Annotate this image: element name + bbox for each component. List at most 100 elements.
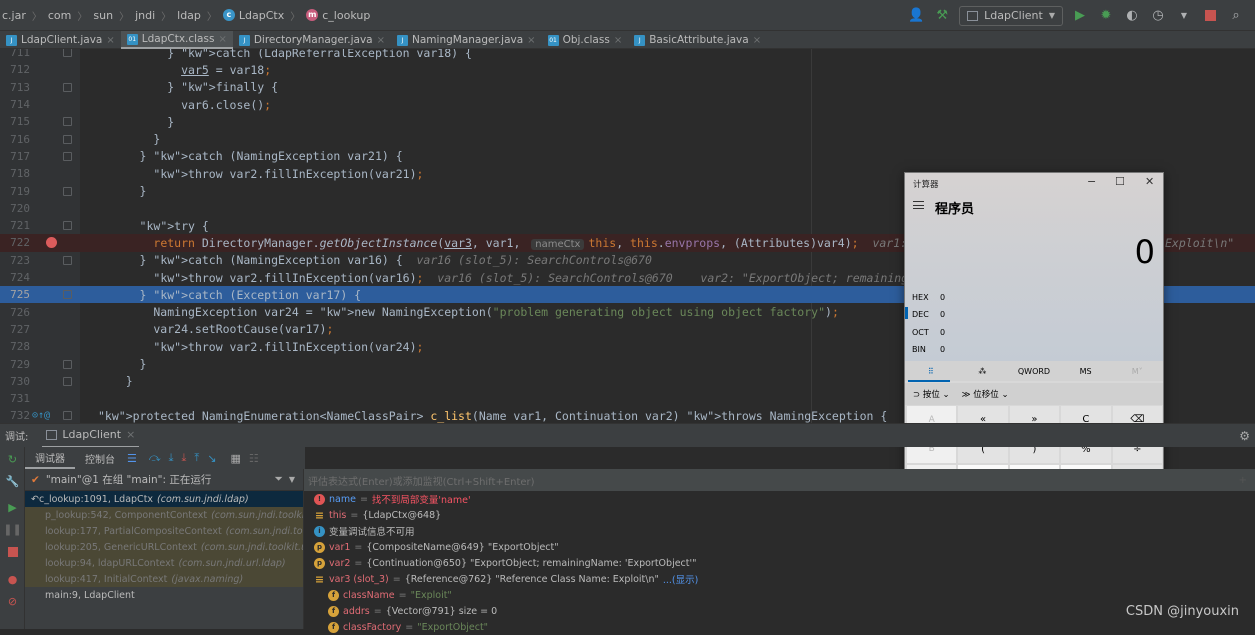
stack-frame[interactable]: p_lookup:542, ComponentContext (com.sun.j… [25,507,330,523]
fold-icon[interactable] [63,376,72,386]
variable-row[interactable]: ! name = 找不到局部变量'name' [304,491,1255,507]
stack-frame[interactable]: lookup:94, ldapURLContext (com.sun.jndi.u… [25,555,303,571]
stack-frame[interactable]: lookup:417, InitialContext (javax.naming) [25,571,303,587]
mute-breakpoints-icon[interactable]: ⊘ [6,595,19,608]
fold-icon[interactable] [63,411,72,421]
coverage-icon[interactable]: ◐ [1123,7,1141,25]
bitwise-dropdown[interactable]: ⊃ 按位 ⌄ [913,388,950,400]
build-hammer-icon[interactable]: ⚒ [933,7,951,25]
dropdown-arrow-icon[interactable]: ▼ [289,475,295,484]
radix-row-oct[interactable]: OCT 0 [912,328,945,337]
close-icon[interactable]: × [614,35,622,46]
variable-row[interactable]: ≡ this = {LdapCtx@648} [304,507,1255,523]
close-icon[interactable]: × [527,35,535,46]
variable-row[interactable]: f addrs = {Vector@791} size = 0 [304,603,1255,619]
memory-store-button[interactable]: MS [1060,367,1112,376]
variable-row[interactable]: ≡ var3 (slot_3) = {Reference@762} "Referenc… [304,571,1255,587]
stack-frame[interactable]: ↶ c_lookup:1091, LdapCtx (com.sun.jndi.ld… [25,491,303,507]
filter-icon[interactable]: ⏷ [274,473,282,486]
rerun-icon[interactable]: ↻ [6,453,19,466]
override-icon[interactable]: ⊙↑@ [32,410,50,421]
fold-icon[interactable] [63,49,72,58]
trace-icon[interactable]: ☷ [249,452,259,465]
close-icon[interactable]: × [377,35,385,46]
layout-menu-icon[interactable]: ☰ [127,452,137,465]
debug-bug-icon[interactable]: ✹ [1097,7,1115,25]
menu-icon[interactable] [913,201,924,209]
close-icon[interactable]: × [218,34,226,45]
fold-icon[interactable] [63,117,72,127]
fold-icon[interactable] [63,134,72,144]
variable-row[interactable]: f classFactory = "ExportObject" [304,619,1255,635]
memory-list-button[interactable]: M˅ [1111,367,1163,376]
search-icon[interactable]: ⌕ [1227,7,1245,25]
thread-selector[interactable]: ✔ "main"@1 在组 "main": 正在运行 ⏷ ▼ [25,469,303,491]
stop-icon[interactable] [1201,7,1219,25]
close-icon[interactable]: × [753,35,761,46]
code-line[interactable]: 715 } [0,113,1255,130]
tab-directorymanager[interactable]: J DirectoryManager.java × [233,31,391,49]
evaluate-expression-input[interactable]: 评估表达式(Enter)或添加监视(Ctrl+Shift+Enter) + [304,469,1255,491]
bitshift-dropdown[interactable]: ≫ 位移位 ⌄ [962,388,1009,400]
run-icon[interactable]: ▶ [1071,7,1089,25]
code-line[interactable]: 713 } "kw">finally { [0,79,1255,96]
stack-frame[interactable]: lookup:177, PartialCompositeContext (com.… [25,523,344,539]
fold-icon[interactable] [63,151,72,161]
step-into-icon[interactable]: ⤓ [169,451,174,465]
variable-row[interactable]: p var2 = {Continuation@650} "ExportObject; … [304,555,1255,571]
code-line[interactable]: 712 var5 = var18; [0,61,1255,78]
force-step-into-icon[interactable]: ⤓ [182,451,187,465]
maximize-button[interactable]: ☐ [1115,175,1125,188]
breadcrumb-jndi[interactable]: jndi [135,9,155,22]
fold-icon[interactable] [63,290,72,300]
tab-obj[interactable]: 01 Obj.class × [542,31,629,49]
add-watch-icon[interactable]: + [1239,475,1247,486]
tab-ldapclient[interactable]: J LdapClient.java × [0,31,121,49]
evaluate-expression-icon[interactable]: ▦ [230,452,240,465]
variable-row[interactable]: f className = "Exploit" [304,587,1255,603]
variable-row[interactable]: p var1 = {CompositeName@649} "ExportObject" [304,539,1255,555]
breadcrumb-jar[interactable]: c.jar [2,9,26,22]
keypad-icon[interactable]: ⠿ [905,367,957,376]
radix-row-dec[interactable]: DEC 0 [912,310,945,319]
debug-session-tab[interactable]: LdapClient × [42,424,140,448]
bit-toggle-keypad-icon[interactable]: ⁂ [957,367,1009,376]
fold-icon[interactable] [63,82,72,92]
radix-row-bin[interactable]: BIN 0 [912,345,945,354]
code-line[interactable]: 711 } "kw">catch (LdapReferralException … [0,49,1255,61]
fold-icon[interactable] [63,359,72,369]
more-dropdown-icon[interactable]: ▼ [1175,7,1193,25]
pause-icon[interactable]: ❚❚ [3,523,21,536]
code-line[interactable]: 717 } "kw">catch (NamingException var21)… [0,148,1255,165]
minimize-button[interactable]: − [1087,175,1096,188]
run-configuration-select[interactable]: LdapClient ▼ [959,5,1063,26]
stop-icon[interactable] [6,545,19,558]
breadcrumb-com[interactable]: com [48,9,72,22]
resume-icon[interactable]: ▶ [6,501,19,514]
stack-frame[interactable]: main:9, LdapClient [25,587,303,603]
tab-namingmanager[interactable]: J NamingManager.java × [391,31,542,49]
user-icon[interactable]: 👤 [907,7,925,25]
tab-basicattribute[interactable]: J BasicAttribute.java × [628,31,767,49]
settings-gear-icon[interactable]: ⚙ [1239,429,1250,443]
stack-frame[interactable]: lookup:205, GenericURLContext (com.sun.jn… [25,539,317,555]
view-breakpoints-icon[interactable]: ● [6,573,19,586]
close-icon[interactable]: × [106,35,114,46]
profile-icon[interactable]: ◷ [1149,7,1167,25]
tab-console[interactable]: 控制台 [75,451,125,466]
step-over-icon[interactable]: ⤼ [149,451,161,465]
code-line[interactable]: 714 var6.close(); [0,96,1255,113]
radix-row-hex[interactable]: HEX 0 [912,293,945,302]
variable-row[interactable]: i 变量调试信息不可用 [304,523,1255,539]
word-size-button[interactable]: QWORD [1008,367,1060,376]
step-out-icon[interactable]: ⤒ [194,451,199,465]
breadcrumb-class[interactable]: LdapCtx [239,9,284,22]
breadcrumb-sun[interactable]: sun [93,9,113,22]
fold-icon[interactable] [63,221,72,231]
fold-icon[interactable] [63,186,72,196]
code-line[interactable]: 716 } [0,131,1255,148]
close-button[interactable]: ✕ [1145,175,1154,188]
run-to-cursor-icon[interactable]: ↘ [207,452,216,465]
breakpoint-icon[interactable] [46,237,57,249]
close-icon[interactable]: × [126,428,135,441]
